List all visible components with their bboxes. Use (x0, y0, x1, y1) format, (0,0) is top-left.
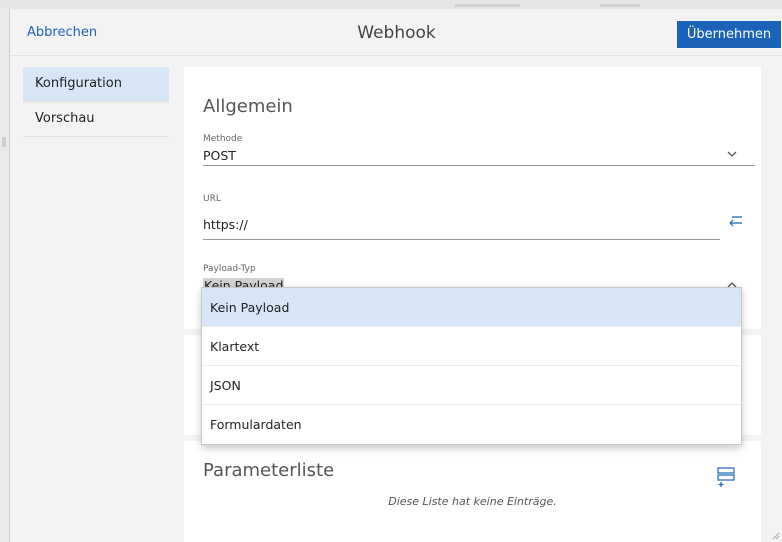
chrome-segment (455, 4, 520, 7)
parameters-card: Parameterliste Diese Liste hat keine Ein… (184, 441, 761, 542)
return-arrow-icon[interactable] (726, 213, 746, 229)
window-chrome-top (0, 0, 782, 9)
payload-type-label: Payload-Typ (203, 264, 256, 274)
dialog-header: Abbrechen Webhook Übernehmen (10, 9, 782, 56)
url-underline (203, 239, 720, 240)
chrome-tick (2, 137, 6, 147)
chrome-segment (600, 4, 640, 7)
chevron-down-icon[interactable] (725, 147, 739, 161)
sidebar-item-configuration[interactable]: Konfiguration (23, 67, 169, 102)
dropdown-option-klartext[interactable]: Klartext (202, 327, 741, 366)
method-underline (203, 165, 755, 166)
apply-button[interactable]: Übernehmen (677, 21, 781, 48)
sidebar-item-preview[interactable]: Vorschau (23, 102, 169, 137)
empty-list-message: Diese Liste hat keine Einträge. (388, 495, 557, 508)
url-label: URL (203, 194, 221, 204)
resize-grip-icon[interactable] (770, 530, 780, 540)
window-chrome-left (0, 9, 9, 542)
url-input[interactable]: https:// (203, 217, 248, 232)
section-title-parameters: Parameterliste (203, 460, 335, 481)
add-list-item-icon[interactable] (716, 466, 736, 488)
dropdown-option-formulardaten[interactable]: Formulardaten (202, 405, 741, 444)
method-select[interactable]: POST (203, 148, 236, 163)
webhook-dialog: Abbrechen Webhook Übernehmen Konfigurati… (9, 9, 782, 542)
dropdown-option-json[interactable]: JSON (202, 366, 741, 405)
dropdown-option-kein-payload[interactable]: Kein Payload (202, 288, 741, 327)
payload-type-dropdown: Kein Payload Klartext JSON Formulardaten (201, 287, 742, 445)
sidebar-nav: Konfiguration Vorschau (23, 67, 169, 137)
section-title-general: Allgemein (203, 96, 293, 117)
dialog-title: Webhook (357, 23, 436, 43)
method-label: Methode (203, 134, 243, 144)
